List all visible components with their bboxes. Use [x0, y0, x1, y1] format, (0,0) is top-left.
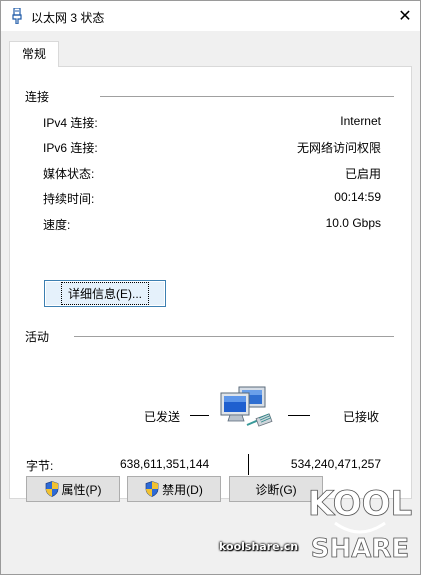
general-panel: 连接 IPv4 连接: Internet IPv6 连接: 无网络访问权限 媒体…	[9, 66, 412, 499]
received-label: 已接收	[343, 410, 380, 424]
diagnose-button-label: 诊断(G)	[255, 482, 297, 497]
uac-shield-icon	[145, 481, 159, 497]
activity-group-title: 活动	[25, 328, 50, 345]
bytes-received-value: 534,240,471,257	[290, 457, 381, 471]
bytes-sent-value: 638,611,351,144	[120, 457, 210, 471]
sent-connector-line	[190, 415, 209, 416]
sent-label: 已发送	[144, 410, 181, 424]
disable-button-label: 禁用(D)	[162, 482, 203, 497]
speed-value: 10.0 Gbps	[325, 216, 381, 230]
connection-group-divider	[100, 96, 394, 97]
watermark-site-text: koolshare.cn	[219, 540, 299, 553]
media-state-value: 已启用	[344, 167, 381, 181]
koolshare-logo-watermark: KOOL SHARE	[307, 484, 412, 563]
close-icon: ✕	[398, 8, 412, 25]
ipv6-label: IPv6 连接:	[43, 141, 98, 155]
svg-text:SHARE: SHARE	[311, 534, 409, 563]
duration-value: 00:14:59	[334, 190, 381, 204]
network-computers-icon	[220, 386, 273, 427]
properties-button-label: 属性(P)	[61, 482, 102, 497]
close-button[interactable]: ✕	[390, 1, 420, 31]
connection-group-title: 连接	[25, 88, 50, 105]
uac-shield-icon	[45, 481, 58, 497]
status-window: 以太网 3 状态 ✕ 常规 连接 IPv4 连接: Internet IPv6 …	[0, 0, 421, 575]
activity-group-divider	[74, 336, 394, 337]
speed-label: 速度:	[43, 218, 71, 232]
duration-label: 持续时间:	[43, 192, 95, 206]
properties-button[interactable]: 属性(P)	[26, 476, 120, 502]
tab-general[interactable]: 常规	[9, 41, 59, 67]
bytes-separator	[248, 454, 249, 475]
media-state-label: 媒体状态:	[43, 167, 95, 181]
network-adapter-icon	[12, 8, 22, 24]
ipv4-label: IPv4 连接:	[43, 116, 98, 130]
title-bar[interactable]: 以太网 3 状态 ✕	[1, 1, 420, 31]
details-button[interactable]: 详细信息(E)...	[44, 280, 166, 307]
ipv6-value: 无网络访问权限	[296, 141, 381, 155]
bytes-label: 字节:	[26, 459, 54, 473]
window-title: 以太网 3 状态	[31, 11, 105, 25]
details-button-label: 详细信息(E)...	[61, 282, 149, 305]
ipv4-value: Internet	[340, 114, 381, 128]
received-connector-line	[288, 415, 310, 416]
disable-button[interactable]: 禁用(D)	[127, 476, 221, 502]
svg-text:KOOL: KOOL	[308, 484, 412, 524]
